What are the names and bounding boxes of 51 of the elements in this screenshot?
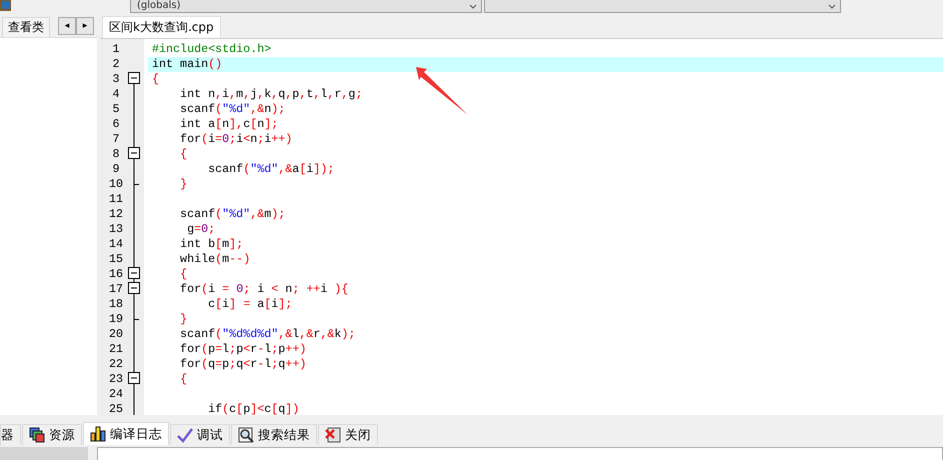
line-number: 5	[111, 102, 120, 117]
line-number: 3	[111, 72, 120, 87]
function-dropdown[interactable]	[484, 0, 841, 13]
fold-toggle-icon	[128, 282, 140, 297]
close-document-icon	[325, 427, 341, 443]
line-number: 10	[108, 177, 124, 192]
app-icon	[0, 0, 11, 11]
fold-toggle-icon	[128, 372, 140, 387]
line-number: 9	[111, 162, 120, 177]
file-tab[interactable]: 区间k大数查询.cpp	[102, 16, 221, 38]
line-number: 7	[111, 132, 120, 147]
line-number: 1	[111, 42, 120, 57]
scope-dropdown[interactable]: (globals)	[130, 0, 482, 13]
panel-tab[interactable]: 关闭	[318, 424, 378, 445]
check-mark-icon	[177, 427, 193, 443]
fold-toggle-icon	[128, 72, 140, 87]
panel-tab[interactable]: 编译日志	[83, 422, 169, 445]
line-number: 2	[111, 57, 120, 72]
panel-tab[interactable]: 器	[0, 424, 21, 445]
line-number: 23	[108, 372, 124, 387]
line-number: 16	[108, 267, 124, 282]
panel-tab[interactable]: 调试	[170, 424, 230, 445]
scroll-button[interactable]: ▸	[76, 17, 94, 35]
line-number: 14	[108, 237, 124, 252]
line-number: 15	[108, 252, 124, 267]
panel-tab[interactable]: 搜索结果	[231, 424, 317, 445]
magnifier-icon	[238, 427, 254, 443]
fold-toggle-icon	[128, 147, 140, 162]
panel-tab[interactable]: 资源	[22, 424, 82, 445]
line-number: 25	[108, 402, 124, 415]
fold-toggle-icon	[128, 267, 140, 282]
line-number: 8	[111, 147, 120, 162]
bar-chart-icon	[90, 426, 106, 442]
chevron-down-icon	[469, 4, 477, 8]
line-number: 24	[108, 387, 124, 402]
line-number: 21	[108, 342, 124, 357]
line-number: 17	[108, 282, 124, 297]
resources-icon	[29, 427, 45, 443]
line-number: 13	[108, 222, 124, 237]
scroll-button[interactable]: ◂	[58, 17, 76, 35]
line-number: 6	[111, 117, 120, 132]
line-number: 19	[108, 312, 124, 327]
line-number: 18	[108, 297, 124, 312]
line-number: 12	[108, 207, 124, 222]
line-number: 11	[108, 192, 124, 207]
line-number: 22	[108, 357, 124, 372]
code-editor[interactable]	[100, 38, 943, 415]
chevron-down-icon	[828, 4, 836, 8]
panel-tab[interactable]: 查看类	[2, 17, 50, 37]
line-number: 20	[108, 327, 124, 342]
line-number: 4	[111, 87, 120, 102]
